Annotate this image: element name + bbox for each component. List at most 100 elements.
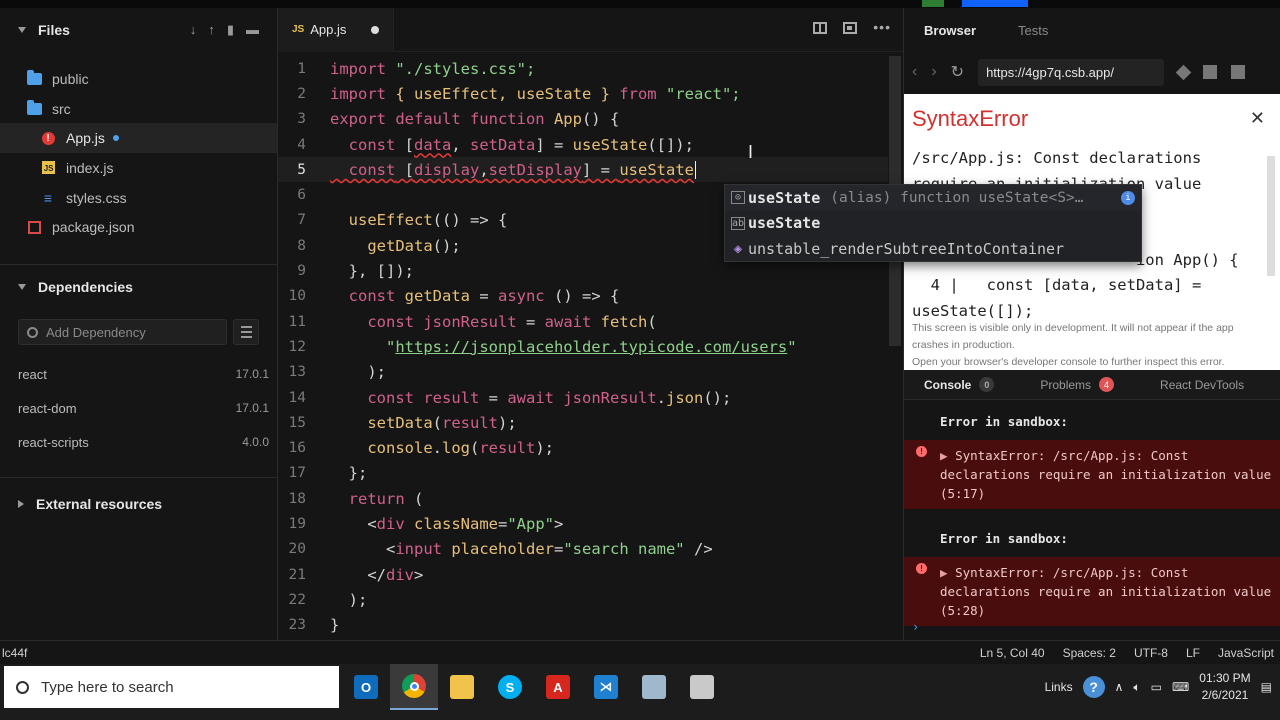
code-token: . — [432, 439, 442, 458]
acrobat-icon: A — [546, 675, 570, 699]
console-output: Error in sandbox: ! ▶ SyntaxError: /src/… — [904, 400, 1280, 640]
code-token: </ — [330, 565, 386, 584]
console-count-badge: 0 — [979, 377, 995, 392]
files-header[interactable]: Files ↓ ↑ ▮ ▬ — [0, 8, 277, 52]
autocomplete-item[interactable]: ⊙ useState (alias) function useState<S>…… — [725, 185, 1141, 211]
acrobat-app[interactable]: A — [534, 664, 582, 710]
dependency-row[interactable]: react 17.0.1 — [0, 357, 277, 391]
problems-count-badge: 4 — [1099, 377, 1115, 392]
tree-item-app-js[interactable]: ! App.js — [0, 123, 277, 154]
add-dependency-input[interactable]: Add Dependency — [18, 319, 227, 346]
network-icon[interactable]: ▭ — [1151, 680, 1162, 694]
chevron-up-icon[interactable]: ∧ — [1115, 680, 1124, 694]
error-line: /src/App.js: Const declarations — [912, 149, 1202, 167]
tab-tests[interactable]: Tests — [1018, 23, 1048, 38]
info-icon[interactable]: i — [1121, 190, 1135, 205]
app-generic-1[interactable] — [630, 664, 678, 710]
back-icon[interactable]: ‹ — [912, 63, 917, 81]
json-file-icon — [27, 220, 41, 234]
move-icon[interactable] — [1175, 64, 1192, 80]
help-icon[interactable]: ? — [1082, 676, 1105, 698]
files-tools: ↓ ↑ ▮ ▬ — [190, 22, 259, 38]
new-folder-icon[interactable]: ▬ — [246, 22, 259, 38]
notifications-icon[interactable]: ▤ — [1261, 680, 1272, 694]
outlook-app[interactable]: O — [342, 664, 390, 710]
code-line: 9 }, []); — [278, 258, 888, 283]
cursor-position[interactable]: Ln 5, Col 40 — [980, 646, 1045, 660]
autocomplete-item[interactable]: ab useState — [725, 211, 1141, 237]
dependencies-header[interactable]: Dependencies — [0, 265, 277, 309]
code-token: result — [414, 388, 480, 407]
error-footer-line: This screen is visible only in developme… — [912, 322, 1234, 351]
expand-triangle-icon[interactable]: ▶ — [940, 565, 955, 580]
code-token: result — [442, 413, 498, 432]
expand-triangle-icon[interactable]: ▶ — [940, 448, 955, 463]
tree-item-package-json[interactable]: package.json — [0, 212, 277, 242]
tab-react-devtools[interactable]: React DevTools — [1160, 378, 1244, 392]
tab-browser[interactable]: Browser — [924, 23, 976, 38]
code-line: 14 const result = await jsonResult. json(… — [278, 385, 888, 410]
tree-item-public[interactable]: public — [0, 64, 277, 94]
code-token: div — [376, 514, 405, 533]
open-new-window-icon[interactable] — [1203, 65, 1218, 79]
url-text: https://4gp7q.csb.app/ — [986, 64, 1114, 80]
mouse-ibeam-icon: I — [748, 142, 754, 162]
error-scrollbar[interactable] — [1267, 156, 1275, 276]
tree-item-styles-css[interactable]: ≡ styles.css — [0, 183, 277, 213]
code-token: jsonResult — [414, 312, 517, 331]
clock[interactable]: 01:30 PM 2/6/2021 — [1199, 670, 1250, 704]
tab-console[interactable]: Console 0 — [924, 377, 995, 392]
autocomplete-item[interactable]: ◈ unstable_renderSubtreeIntoContainer — [725, 236, 1141, 262]
forward-icon[interactable]: › — [931, 63, 936, 81]
console-error-entry[interactable]: ! ▶ SyntaxError: /src/App.js: Const decl… — [904, 557, 1280, 626]
url-input[interactable]: https://4gp7q.csb.app/ — [978, 58, 1165, 86]
tree-item-src[interactable]: src — [0, 94, 277, 124]
dependency-row[interactable]: react-dom 17.0.1 — [0, 391, 277, 425]
new-file-icon[interactable]: ▮ — [227, 22, 234, 38]
links-toolbar[interactable]: Links — [1045, 680, 1073, 694]
indentation-setting[interactable]: Spaces: 2 — [1063, 646, 1116, 660]
tab-problems[interactable]: Problems 4 — [1040, 377, 1115, 392]
preview-icon[interactable] — [843, 22, 858, 34]
app-generic-2[interactable] — [678, 664, 726, 710]
close-icon[interactable]: ✕ — [1250, 108, 1265, 129]
sort-up-icon[interactable]: ↑ — [208, 22, 215, 38]
external-resources-header[interactable]: External resources — [0, 482, 277, 526]
skype-app[interactable]: S — [486, 664, 534, 710]
code-token: (() => { — [432, 211, 508, 230]
address-bar: ‹ › ↻ https://4gp7q.csb.app/ — [904, 52, 1280, 92]
code-token: getData — [395, 287, 470, 306]
dependency-menu-button[interactable] — [233, 319, 259, 346]
code-line: 11 const jsonResult = await fetch( — [278, 309, 888, 334]
keyboard-icon[interactable]: ⌨︎ — [1172, 680, 1189, 694]
tab-app-js[interactable]: JS App.js — [278, 7, 394, 52]
fullscreen-icon[interactable] — [1231, 65, 1246, 79]
vscode-app[interactable]: ⋊ — [582, 664, 630, 710]
more-options-icon[interactable]: ••• — [873, 20, 891, 34]
tree-item-index-js[interactable]: JS index.js — [0, 153, 277, 183]
code-url-link[interactable]: https://jsonplaceholder.typicode.com/use… — [395, 338, 787, 356]
code-area[interactable]: 1 import "./styles.css"; 2 import { useEff… — [278, 56, 888, 640]
eol-setting[interactable]: LF — [1186, 646, 1200, 660]
console-error-entry[interactable]: ! ▶ SyntaxError: /src/App.js: Const decl… — [904, 440, 1280, 509]
chrome-app[interactable] — [390, 664, 438, 710]
line-number: 12 — [288, 338, 306, 355]
code-line: 1 import "./styles.css"; — [278, 56, 888, 81]
file-explorer-app[interactable] — [438, 664, 486, 710]
code-token: < — [330, 540, 396, 559]
volume-icon[interactable]: 🔈︎ — [1133, 680, 1140, 695]
language-mode[interactable]: JavaScript — [1218, 646, 1274, 660]
code-token: input — [395, 540, 442, 559]
dependency-row[interactable]: react-scripts 4.0.0 — [0, 425, 277, 459]
tree-item-label: package.json — [52, 219, 135, 236]
split-view-icon[interactable] — [813, 22, 828, 34]
code-token: (); — [432, 236, 461, 255]
code-token: > — [554, 514, 564, 533]
status-bar: lc44f Ln 5, Col 40 Spaces: 2 UTF-8 LF Ja… — [0, 640, 1280, 664]
refresh-icon[interactable]: ↻ — [951, 62, 964, 82]
console-prompt-icon[interactable]: › — [912, 620, 919, 634]
sort-down-icon[interactable]: ↓ — [190, 22, 197, 38]
taskbar-search-input[interactable]: Type here to search — [4, 666, 339, 708]
encoding-setting[interactable]: UTF-8 — [1134, 646, 1168, 660]
unsaved-dot-icon[interactable] — [371, 25, 379, 34]
